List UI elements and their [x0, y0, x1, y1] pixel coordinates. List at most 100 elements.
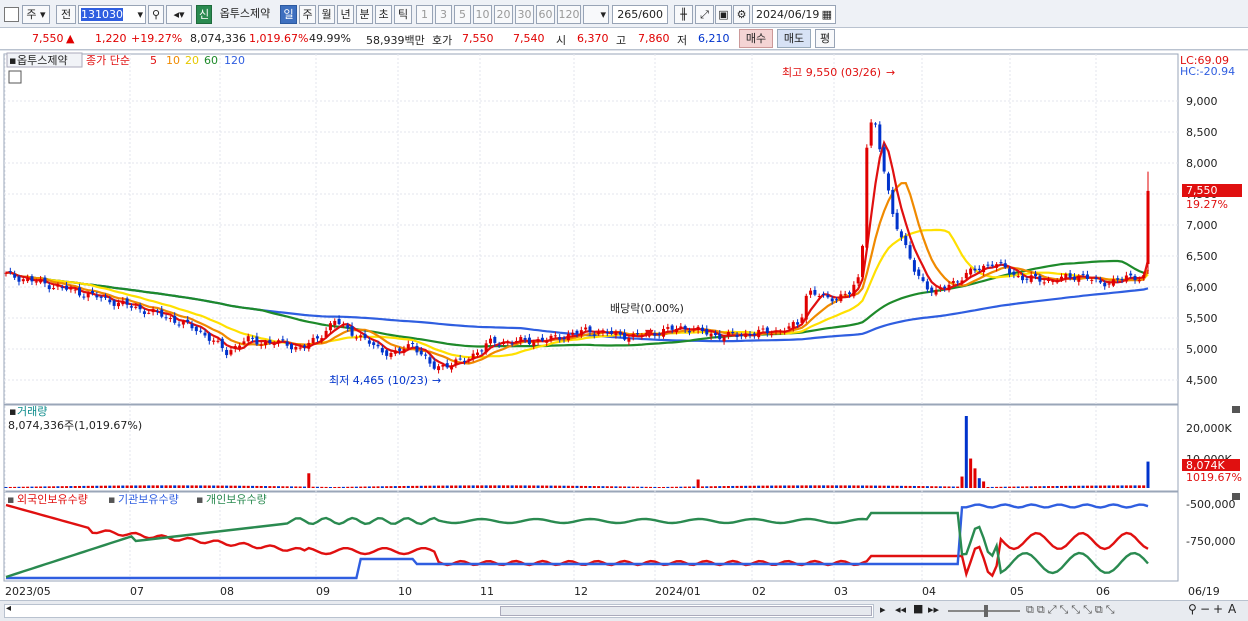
- volume-bar: [778, 485, 782, 488]
- stop-icon[interactable]: ■: [913, 602, 923, 615]
- x-tick-label: 2024/01: [655, 585, 701, 598]
- volume-bar: [930, 486, 934, 488]
- horizontal-scrollbar[interactable]: ◂: [4, 603, 874, 618]
- x-axis-labels: 2023/05 07 08 09 10 11 12 2024/01 02 03 04 05 06 06/1…: [5, 585, 1220, 598]
- volume-bar: [653, 486, 657, 488]
- crosshair-icon[interactable]: ⤢: [695, 5, 714, 24]
- zoom-slider-thumb[interactable]: [984, 605, 988, 617]
- interval-3[interactable]: 3: [435, 5, 452, 24]
- interval-1[interactable]: 1: [416, 5, 433, 24]
- volume-bar: [1072, 485, 1076, 488]
- speaker-icon[interactable]: ◂▾: [166, 5, 192, 24]
- interval-10[interactable]: 10: [473, 5, 492, 24]
- candle-body: [925, 281, 929, 290]
- period-week[interactable]: 주: [299, 5, 316, 24]
- grid-toggle-icon[interactable]: [8, 70, 22, 84]
- buy-button[interactable]: 매수: [739, 29, 773, 48]
- volume-bar: [216, 485, 220, 488]
- interval-5[interactable]: 5: [454, 5, 471, 24]
- search-icon[interactable]: ⚲: [1188, 602, 1197, 616]
- volume-bar: [229, 485, 233, 488]
- volume-bar: [700, 486, 704, 488]
- volume-bar: [484, 485, 488, 488]
- price-panel[interactable]: [3, 53, 1179, 405]
- volume-bar: [168, 485, 172, 488]
- interval-20[interactable]: 20: [494, 5, 513, 24]
- candle-body: [817, 295, 821, 297]
- candle-body: [938, 287, 942, 290]
- change-value: 1,220: [95, 32, 127, 45]
- period-year[interactable]: 년: [337, 5, 354, 24]
- interval-dropdown[interactable]: ▾: [583, 5, 609, 24]
- x-tick-label: 05: [1010, 585, 1024, 598]
- volume-bar: [164, 485, 168, 488]
- period-tick[interactable]: 틱: [394, 5, 412, 24]
- volume-bar: [1029, 486, 1033, 488]
- window-icon[interactable]: [4, 7, 19, 22]
- volume-bar: [986, 486, 990, 488]
- candle-body: [160, 309, 164, 317]
- scrollbar-thumb[interactable]: [500, 606, 872, 616]
- gear-icon[interactable]: ⚙: [733, 5, 750, 24]
- date-field[interactable]: 2024/06/19 ▦: [752, 5, 836, 24]
- scroll-left-icon[interactable]: ◂: [6, 603, 11, 614]
- code-input[interactable]: 131030 ▾: [78, 5, 146, 24]
- candle-body: [1003, 263, 1007, 268]
- candle-body: [69, 288, 73, 290]
- volume-bar: [428, 485, 432, 488]
- candle-body: [982, 265, 986, 273]
- drawing-tools-icon[interactable]: ⧉⧉⤢⤡⤡⤡⧉⤡: [1026, 603, 1118, 617]
- candle-body: [484, 343, 488, 353]
- volume-panel-close-icon[interactable]: [1232, 406, 1240, 413]
- first-icon[interactable]: ◂◂: [895, 603, 906, 616]
- volume-bar: [73, 486, 77, 488]
- new-badge[interactable]: 신: [196, 5, 212, 24]
- interval-60[interactable]: 60: [536, 5, 555, 24]
- interval-30[interactable]: 30: [515, 5, 534, 24]
- candle-body: [393, 350, 397, 354]
- period-second[interactable]: 초: [375, 5, 392, 24]
- search-icon[interactable]: ⚲: [148, 5, 164, 24]
- candle-body: [155, 311, 159, 313]
- candle-body: [13, 274, 17, 278]
- volume-bar: [207, 485, 211, 488]
- volume-bar: [761, 485, 765, 488]
- avg-button[interactable]: 평: [815, 29, 835, 48]
- scroll-right-icon[interactable]: ▸: [880, 603, 886, 616]
- volume-bar: [34, 486, 38, 488]
- period-minute[interactable]: 분: [356, 5, 373, 24]
- font-size-icon[interactable]: A: [1228, 602, 1236, 616]
- volume-bar: [225, 485, 229, 488]
- legend-bullet-institution: ▪: [108, 493, 115, 506]
- volume-bar: [895, 485, 899, 488]
- interval-120[interactable]: 120: [557, 5, 581, 24]
- zoom-out-icon[interactable]: −: [1200, 602, 1210, 616]
- candle-body: [943, 286, 947, 289]
- candle-body: [791, 322, 795, 328]
- last-icon[interactable]: ▸▸: [928, 603, 939, 616]
- candle-body: [212, 340, 216, 342]
- candle-body: [571, 332, 575, 335]
- candle-body: [631, 333, 635, 337]
- volume-bar: [389, 486, 393, 488]
- volume-bar: [1085, 485, 1089, 488]
- volume-bar: [346, 486, 350, 488]
- candle-body: [709, 333, 713, 337]
- volume-panel[interactable]: [3, 404, 1179, 492]
- chart-area[interactable]: 9,0008,5008,0007,5007,0006,5006,0005,500…: [0, 51, 1248, 600]
- zoom-in-icon[interactable]: +: [1213, 602, 1223, 616]
- candle-body: [683, 326, 687, 330]
- prev-button[interactable]: 전: [56, 5, 76, 24]
- volume-bar: [934, 486, 938, 488]
- count-field[interactable]: 265/600: [612, 5, 668, 24]
- candle-body: [930, 287, 934, 293]
- candle-type-icon[interactable]: ╫: [674, 5, 693, 24]
- save-icon[interactable]: ▣: [715, 5, 732, 24]
- sell-button[interactable]: 매도: [777, 29, 811, 48]
- period-day[interactable]: 일: [280, 5, 297, 24]
- candle-body: [584, 327, 588, 330]
- period-month[interactable]: 월: [318, 5, 335, 24]
- volume-bar: [770, 485, 774, 488]
- market-select[interactable]: 주 ▾: [22, 5, 50, 24]
- volume-bar: [800, 485, 804, 488]
